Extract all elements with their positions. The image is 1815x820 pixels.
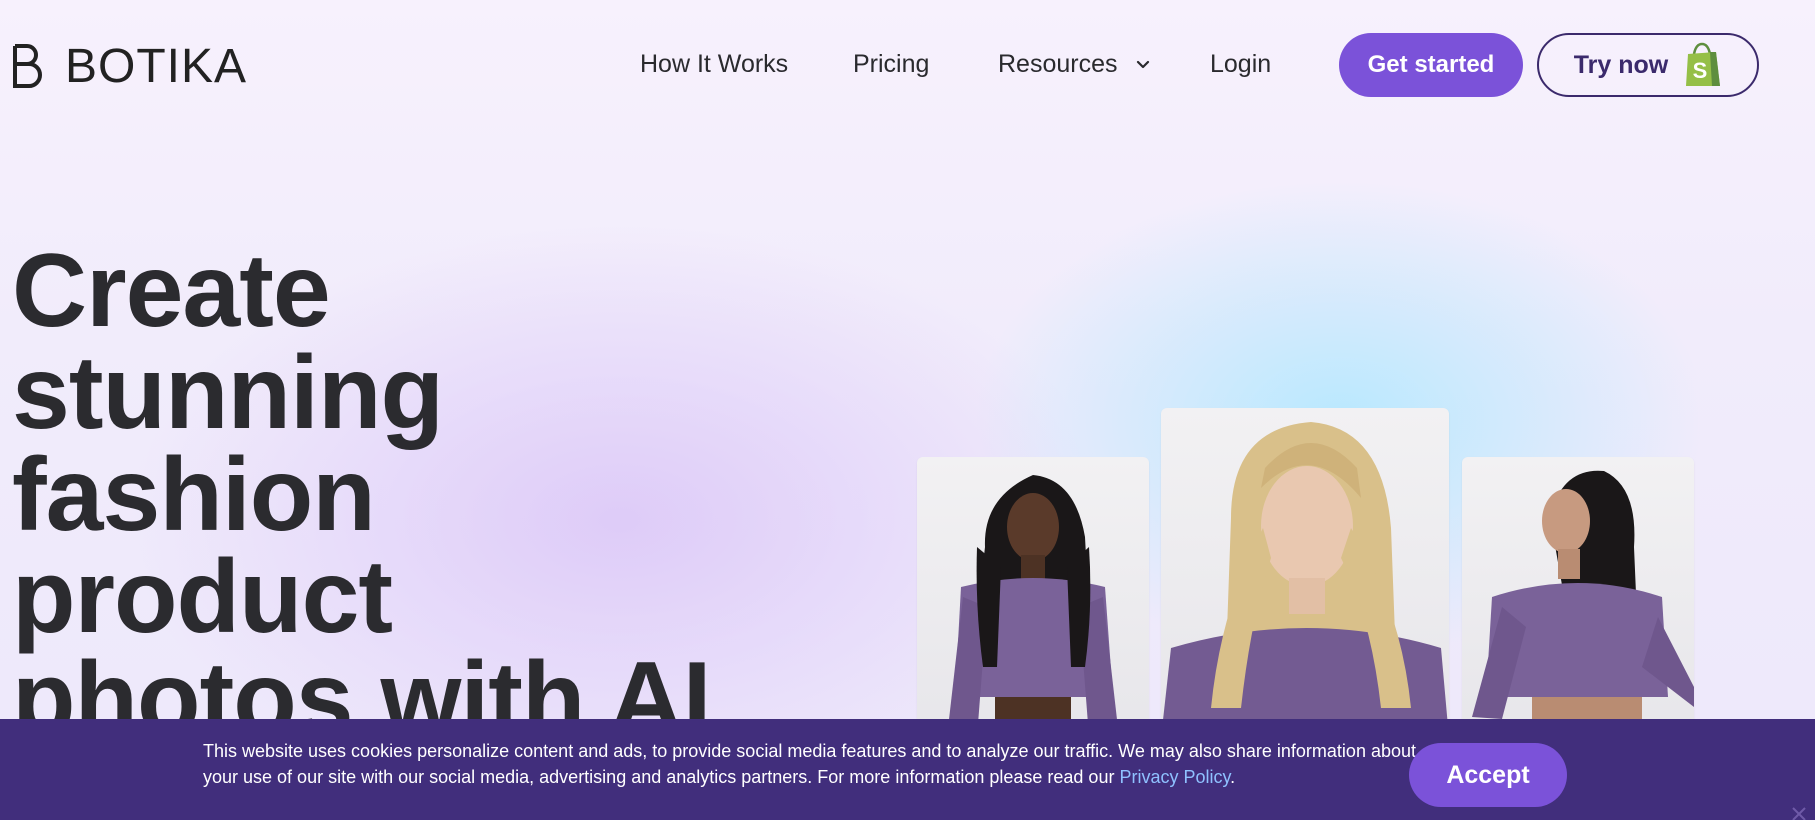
nav-resources-label: Resources: [998, 50, 1118, 78]
botika-logo-icon: [13, 44, 42, 88]
nav-login[interactable]: Login: [1210, 50, 1271, 79]
hero-title-line: product: [12, 539, 393, 655]
model-photo-3: [1462, 457, 1694, 737]
cookie-banner: This website uses cookies personalize co…: [0, 719, 1815, 820]
cookie-message: This website uses cookies personalize co…: [203, 738, 1418, 790]
hero-title: Create stunning fashion product photos w…: [12, 233, 832, 751]
svg-text:S: S: [1693, 58, 1708, 83]
hero-title-line: Create: [12, 233, 331, 349]
hero-title-line: stunning: [12, 335, 444, 451]
shopify-bag-icon: S: [1686, 42, 1721, 86]
privacy-policy-link[interactable]: Privacy Policy: [1119, 767, 1230, 787]
model-photo-1: [917, 457, 1149, 737]
nav-resources[interactable]: Resources: [998, 50, 1150, 79]
brand-name: BOTIKA: [65, 39, 248, 93]
try-now-label: Try now: [1573, 50, 1669, 79]
close-icon[interactable]: [1790, 805, 1810, 820]
accept-button[interactable]: Accept: [1409, 743, 1567, 807]
brand-logo[interactable]: BOTIKA: [11, 40, 247, 93]
get-started-button[interactable]: Get started: [1339, 33, 1523, 97]
hero-title-line: fashion: [12, 437, 376, 553]
nav-how-it-works[interactable]: How It Works: [640, 50, 788, 79]
try-now-button[interactable]: Try now S: [1537, 33, 1759, 97]
model-photo-2: [1161, 408, 1449, 738]
nav-pricing[interactable]: Pricing: [853, 50, 929, 79]
cookie-suffix: .: [1230, 767, 1236, 787]
chevron-down-icon: [1137, 61, 1150, 69]
